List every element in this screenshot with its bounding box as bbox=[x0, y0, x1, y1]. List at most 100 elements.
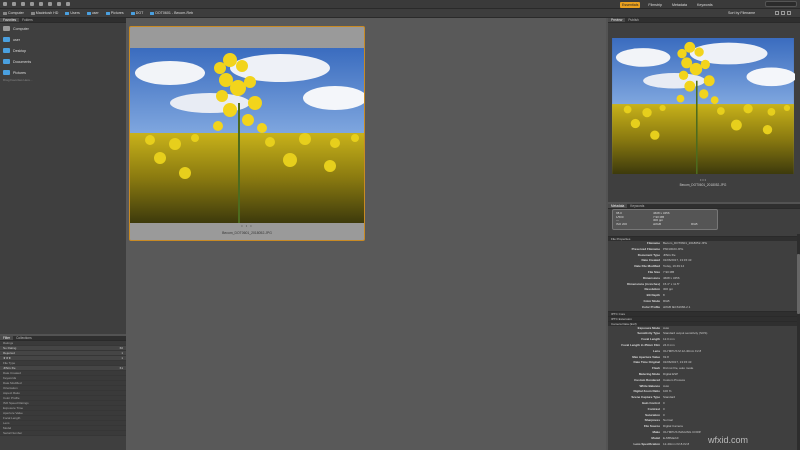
filter-label: Aspect Ratio bbox=[3, 391, 21, 395]
metadata-row: Lens Specification 12-40mm f/2.8-f/2.8 bbox=[608, 442, 797, 448]
favorite-item-pictures[interactable]: Pictures bbox=[0, 67, 126, 78]
favorite-item-documents[interactable]: Documents bbox=[0, 56, 126, 67]
workspace-metadata[interactable]: Metadata bbox=[670, 2, 689, 8]
favorite-item-desktop[interactable]: Desktop bbox=[0, 45, 126, 56]
breadcrumb-user[interactable]: user bbox=[86, 11, 99, 15]
favorite-item-user[interactable]: user bbox=[0, 34, 126, 45]
tab-keywords[interactable]: Keywords bbox=[627, 204, 647, 208]
user-folder-icon bbox=[3, 37, 10, 42]
refine-icon[interactable] bbox=[39, 2, 43, 6]
breadcrumb-computer[interactable]: Computer bbox=[3, 11, 24, 15]
breadcrumb-label: DOT bbox=[135, 11, 144, 15]
forward-icon[interactable] bbox=[12, 2, 16, 6]
filter-label: Model bbox=[3, 426, 12, 430]
placard-color: RGB bbox=[691, 212, 698, 226]
filter-label: Date Created bbox=[3, 371, 21, 375]
tab-collections[interactable]: Collections bbox=[13, 336, 35, 340]
breadcrumb-label: user bbox=[91, 11, 99, 15]
folder-icon bbox=[105, 11, 110, 15]
metadata-value: 12-40mm f/2.8-f/2.8 bbox=[663, 441, 690, 446]
view-options bbox=[775, 11, 791, 15]
filter-label: ISO Speed Ratings bbox=[3, 401, 29, 405]
breadcrumb-drive[interactable]: Macintosh HD bbox=[30, 11, 59, 15]
filter-count: 60 bbox=[119, 346, 123, 350]
sort-dropdown[interactable]: Sort by Filename bbox=[728, 10, 755, 17]
breadcrumb-users[interactable]: Users bbox=[65, 11, 80, 15]
metadata-sections: File Properties Filename Becom_DOT0601_201… bbox=[608, 236, 797, 447]
metadata-panel: Metadata Keywords f/8.0 1/500 — ISO 200 … bbox=[608, 204, 800, 450]
metadata-placard: f/8.0 1/500 — ISO 200 4608 x 3456 7.90 M… bbox=[612, 209, 718, 230]
breadcrumb-label: Pictures bbox=[110, 11, 124, 15]
recent-icon[interactable] bbox=[21, 2, 25, 6]
preview-panel: Preview Publish • • • Becom_DOT0601_2018… bbox=[608, 18, 800, 202]
breadcrumb-label: Computer bbox=[8, 11, 24, 15]
breadcrumb-pictures[interactable]: Pictures bbox=[105, 11, 124, 15]
filter-category[interactable]: Serial Number bbox=[0, 431, 126, 436]
rotate-left-icon[interactable] bbox=[57, 2, 61, 6]
thumbnail-card[interactable]: • • • Becom_DOT0601_2018052.JPG bbox=[129, 26, 365, 241]
folder-icon bbox=[3, 59, 10, 64]
filter-label: Rejected bbox=[3, 351, 15, 355]
metadata-key: Color Profile bbox=[641, 304, 660, 309]
folder-icon bbox=[86, 11, 91, 15]
filter-label: File Type bbox=[3, 361, 16, 365]
thumbnail-filename: Becom_DOT0601_2018052.JPG bbox=[222, 231, 272, 235]
favorite-item-computer[interactable]: Computer bbox=[0, 23, 126, 34]
folder-icon bbox=[3, 70, 10, 75]
filter-count: 61 bbox=[119, 366, 123, 370]
favorite-label: Pictures bbox=[13, 70, 26, 75]
filter-label: Date Modified bbox=[3, 381, 22, 385]
tab-folders[interactable]: Folders bbox=[19, 18, 36, 22]
preview-panel-tabs: Preview Publish bbox=[608, 18, 800, 23]
bridge-window: Essentials Filmstrip Metadata Keywords C… bbox=[0, 0, 800, 450]
details-view-icon[interactable] bbox=[787, 11, 791, 15]
thumbnail-rating[interactable]: • • • bbox=[130, 223, 364, 228]
back-icon[interactable] bbox=[3, 2, 7, 6]
drive-icon bbox=[30, 11, 35, 15]
favorite-label: Desktop bbox=[13, 48, 27, 53]
breadcrumb-label: Users bbox=[70, 11, 80, 15]
breadcrumb-current-folder[interactable]: DOT0601 - Becom-Reb bbox=[150, 11, 193, 15]
folders-panel: Favorites Folders Computer user Desktop … bbox=[0, 18, 126, 334]
filter-label: Exposure Time bbox=[3, 406, 24, 410]
computer-icon bbox=[3, 11, 7, 15]
metadata-key: Lens Specification bbox=[633, 441, 660, 446]
workspace-switcher: Essentials Filmstrip Metadata Keywords bbox=[620, 1, 715, 8]
watermark-text: wfxid.com bbox=[708, 435, 749, 445]
breadcrumb-label: Macintosh HD bbox=[35, 11, 59, 15]
filter-label: Orientation bbox=[3, 386, 18, 390]
grid-view-icon[interactable] bbox=[775, 11, 779, 15]
folder-icon bbox=[65, 11, 70, 15]
filter-label: ★★★ bbox=[3, 356, 12, 360]
tab-filter[interactable]: Filter bbox=[0, 336, 14, 340]
path-bar: Computer Macintosh HD Users user Picture… bbox=[0, 9, 800, 18]
folder-icon bbox=[130, 11, 135, 15]
filter-label: No Rating bbox=[3, 346, 17, 350]
tab-favorites[interactable]: Favorites bbox=[0, 18, 20, 22]
filter-count: 1 bbox=[121, 356, 123, 360]
favorite-label: Computer bbox=[13, 26, 29, 31]
tab-preview[interactable]: Preview bbox=[608, 18, 626, 22]
breadcrumb-dot[interactable]: DOT bbox=[130, 11, 144, 15]
preview-image[interactable] bbox=[611, 38, 795, 174]
filter-label: Focal Length bbox=[3, 416, 21, 420]
filter-count: 1 bbox=[121, 351, 123, 355]
folder-icon bbox=[150, 11, 155, 15]
list-view-icon[interactable] bbox=[781, 11, 785, 15]
workspace-filmstrip[interactable]: Filmstrip bbox=[646, 2, 664, 8]
filter-label: Color Profile bbox=[3, 396, 20, 400]
workspace-keywords[interactable]: Keywords bbox=[695, 2, 715, 8]
preview-filename: Becom_DOT0601_2018052.JPG bbox=[679, 183, 727, 187]
preview-rating[interactable]: • • • bbox=[608, 178, 798, 182]
tab-publish[interactable]: Publish bbox=[625, 18, 641, 22]
rotate-right-icon[interactable] bbox=[66, 2, 70, 6]
filter-list: Ratings No Rating 60 Rejected 1 ★★★ 1 File Type… bbox=[0, 341, 126, 436]
thumbnail-image bbox=[130, 48, 364, 223]
camera-icon[interactable] bbox=[30, 2, 34, 6]
search-input[interactable] bbox=[765, 1, 797, 7]
workspace-essentials[interactable]: Essentials bbox=[620, 1, 641, 8]
top-toolbar: Essentials Filmstrip Metadata Keywords bbox=[0, 0, 800, 9]
open-in-camera-raw-icon[interactable] bbox=[48, 2, 52, 6]
filter-label: Keywords bbox=[3, 376, 17, 380]
tab-metadata[interactable]: Metadata bbox=[608, 204, 628, 208]
